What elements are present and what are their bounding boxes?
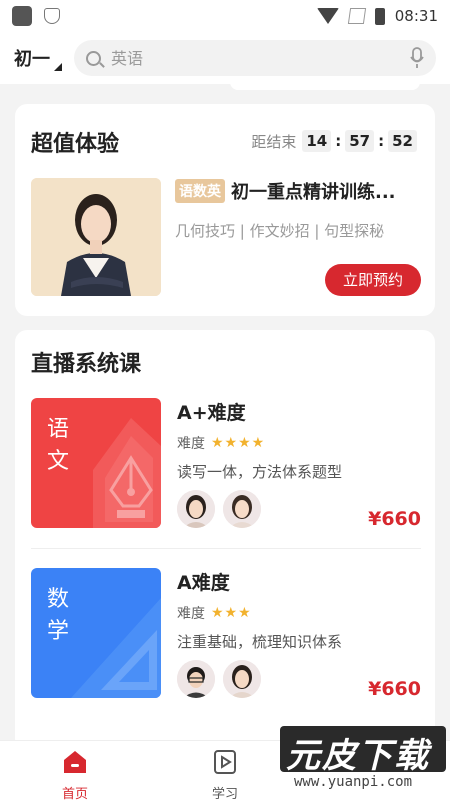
app-icon (12, 6, 32, 26)
countdown-label: 距结束 (251, 132, 297, 151)
course-item[interactable]: 语文 A+难度 难度 ★★★★ 读写一体，方法体系题型 ¥660 (31, 398, 421, 538)
teacher-avatars (177, 660, 261, 698)
star-rating: ★★★★ (211, 435, 266, 451)
dropdown-triangle-icon (54, 63, 62, 71)
avatar (223, 660, 261, 698)
status-bar: 08:31 (0, 0, 450, 32)
book-now-button[interactable]: 立即预约 (325, 264, 421, 296)
avatar (177, 660, 215, 698)
countdown-minutes: 57 (345, 130, 375, 152)
search-input[interactable] (111, 48, 410, 68)
main-content[interactable]: 超值体验 距结束 14 : 57 : 52 语数英 初一重点精讲训练... 几何… (0, 84, 450, 740)
banner-edge (230, 84, 420, 90)
play-icon (214, 750, 236, 774)
tab-home-label: 首页 (61, 787, 88, 800)
countdown: 距结束 14 : 57 : 52 (251, 130, 419, 152)
star-rating: ★★★ (211, 605, 252, 621)
course-info: A难度 难度 ★★★ 注重基础，梳理知识体系 (177, 568, 421, 652)
top-header: 初一 (0, 32, 450, 84)
status-right: 08:31 (316, 7, 438, 25)
difficulty-label: 难度 (177, 606, 205, 622)
course-difficulty: 难度 ★★★ (177, 603, 421, 623)
no-signal-icon (347, 8, 366, 24)
promo-info: 语数英 初一重点精讲训练... 几何技巧 | 作文妙招 | 句型探秘 (175, 178, 421, 241)
course-cover-math: 数学 (31, 568, 161, 698)
difficulty-label: 难度 (177, 436, 205, 452)
avatar (223, 490, 261, 528)
course-name: A+难度 (177, 402, 246, 424)
watermark-url: www.yuanpi.com (294, 774, 413, 790)
countdown-seconds: 52 (388, 130, 417, 152)
grade-selector[interactable]: 初一 (14, 45, 62, 71)
course-price: ¥660 (368, 508, 421, 530)
course-difficulty: 难度 ★★★★ (177, 433, 421, 453)
teacher-photo[interactable] (31, 178, 161, 296)
course-item[interactable]: 数学 A难度 难度 ★★★ 注重基础，梳理知识体系 ¥660 (31, 568, 421, 708)
promo-course-title: 初一重点精讲训练... (231, 182, 396, 203)
promo-title: 超值体验 (31, 132, 120, 157)
wifi-icon (316, 8, 339, 24)
search-icon (86, 50, 101, 66)
course-price: ¥660 (368, 678, 421, 700)
tab-home[interactable]: 首页 (45, 749, 105, 800)
shield-icon (44, 8, 60, 24)
course-cover-chinese: 语文 (31, 398, 161, 528)
avatar (177, 490, 215, 528)
promo-card: 超值体验 距结束 14 : 57 : 52 语数英 初一重点精讲训练... 几何… (15, 104, 435, 316)
divider (31, 548, 421, 549)
teacher-avatars (177, 490, 261, 528)
subject-tag: 语数英 (175, 179, 225, 203)
watermark-text: 元皮下载 (286, 736, 430, 776)
live-courses-card: 直播系统课 语文 A+难度 难度 ★★★★ 读写一体，方法体系题型 ¥660 数… (15, 330, 435, 740)
home-icon (64, 751, 86, 773)
tab-study-label: 学习 (211, 787, 238, 800)
course-name: A难度 (177, 572, 230, 594)
microphone-icon[interactable] (410, 47, 424, 69)
tab-study[interactable]: 学习 (195, 749, 255, 800)
watermark: 元皮下载 www.yuanpi.com (280, 726, 446, 796)
status-time: 08:31 (394, 7, 438, 25)
course-description: 读写一体，方法体系题型 (177, 463, 343, 481)
live-section-title: 直播系统课 (31, 352, 142, 377)
promo-subtitle: 几何技巧 | 作文妙招 | 句型探秘 (175, 222, 385, 240)
countdown-hours: 14 (302, 130, 332, 152)
cover-label: 数学 (47, 587, 70, 644)
promo-course[interactable]: 语数英 初一重点精讲训练... (175, 178, 421, 204)
grade-label: 初一 (14, 49, 50, 70)
battery-icon (374, 7, 385, 25)
search-bar[interactable] (74, 40, 436, 76)
course-description: 注重基础，梳理知识体系 (177, 633, 343, 651)
course-info: A+难度 难度 ★★★★ 读写一体，方法体系题型 (177, 398, 421, 482)
cover-label: 语文 (47, 417, 70, 474)
